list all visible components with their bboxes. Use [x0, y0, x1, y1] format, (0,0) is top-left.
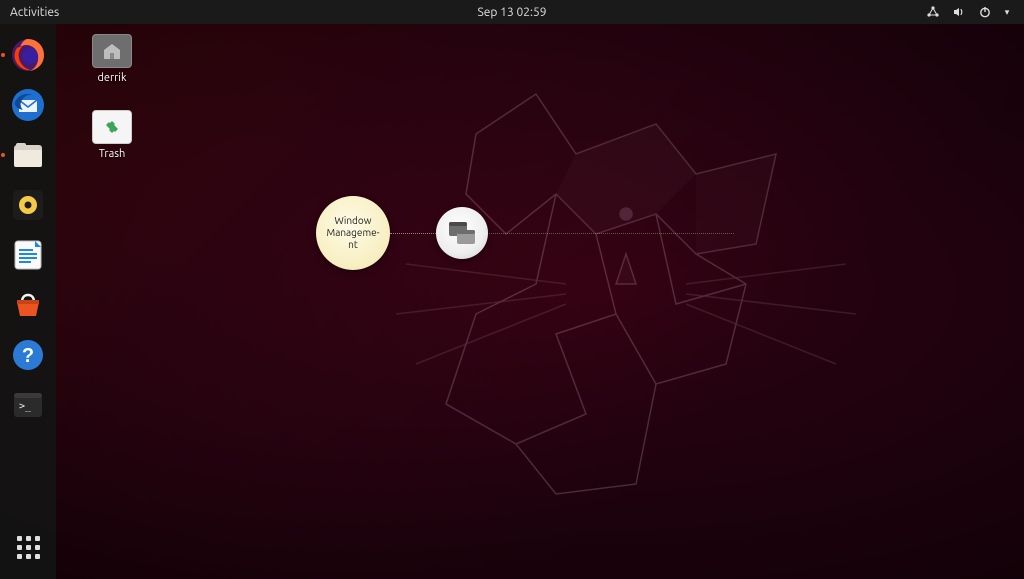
top-bar: Activities Sep 13 02:59 ▾: [0, 0, 1024, 24]
network-icon[interactable]: [926, 5, 940, 19]
pie-selected-label[interactable]: Window Manageme-nt: [316, 196, 390, 270]
dock-thunderbird[interactable]: [6, 83, 50, 127]
pie-slice-window-management[interactable]: [436, 207, 488, 259]
show-applications-button[interactable]: [6, 525, 50, 569]
pie-selected-label-text: Window Manageme-nt: [322, 215, 384, 251]
dock-terminal[interactable]: >_: [6, 383, 50, 427]
trash-icon: [101, 116, 123, 138]
pie-connector: [390, 233, 442, 234]
desktop-home-folder[interactable]: derrik: [76, 34, 148, 84]
desktop-trash[interactable]: Trash: [76, 110, 148, 160]
svg-text:?: ?: [22, 345, 34, 367]
pie-trail: [484, 233, 734, 234]
svg-text:>_: >_: [19, 401, 32, 412]
dock-files[interactable]: [6, 133, 50, 177]
dock: ? >_: [0, 24, 56, 579]
desktop-home-label: derrik: [76, 72, 148, 84]
dock-libreoffice-writer[interactable]: [6, 233, 50, 277]
activities-button[interactable]: Activities: [10, 6, 59, 19]
dock-software[interactable]: [6, 283, 50, 327]
firefox-icon: [9, 36, 47, 74]
terminal-icon: >_: [11, 388, 45, 422]
dock-help[interactable]: ?: [6, 333, 50, 377]
volume-icon[interactable]: [952, 5, 966, 19]
dock-rhythmbox[interactable]: [6, 183, 50, 227]
files-icon: [11, 138, 45, 172]
windows-icon: [447, 220, 477, 246]
rhythmbox-icon: [11, 188, 45, 222]
libreoffice-writer-icon: [11, 238, 45, 272]
home-icon: [102, 42, 122, 60]
pie-launcher: Window Manageme-nt: [316, 196, 734, 270]
desktop[interactable]: derrik Trash Window Manageme-nt: [56, 24, 1024, 579]
chevron-down-icon[interactable]: ▾: [1000, 5, 1014, 19]
clock[interactable]: Sep 13 02:59: [478, 6, 547, 19]
thunderbird-icon: [9, 86, 47, 124]
power-icon[interactable]: [978, 5, 992, 19]
help-icon: ?: [11, 338, 45, 372]
wallpaper-art: [356, 84, 856, 504]
desktop-trash-label: Trash: [76, 148, 148, 160]
dock-firefox[interactable]: [6, 33, 50, 77]
software-icon: [11, 288, 45, 322]
